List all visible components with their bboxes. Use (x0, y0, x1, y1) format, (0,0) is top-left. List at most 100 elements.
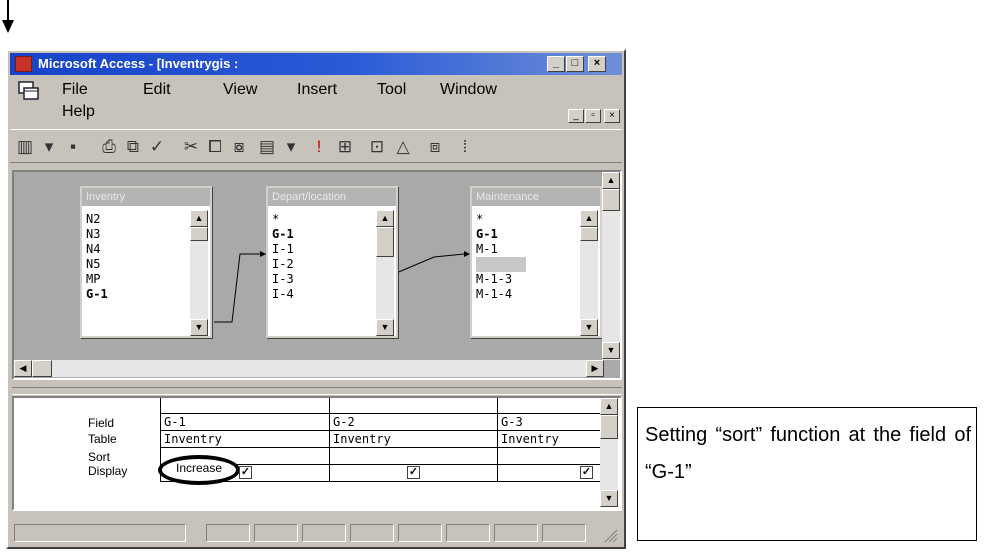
cut-icon[interactable]: ✂ (180, 136, 202, 158)
menu-window[interactable]: Window (440, 81, 497, 99)
field-list-title[interactable]: Maintenance (472, 188, 600, 206)
field-list-item[interactable]: I-2 (272, 257, 372, 272)
properties-icon[interactable]: ⊡ (366, 136, 388, 158)
scroll-up-icon[interactable]: ▲ (376, 210, 394, 227)
build-icon[interactable]: △ (392, 136, 414, 158)
view-icon[interactable]: ▥ (14, 136, 36, 158)
menu-help[interactable]: Help (62, 103, 95, 121)
display-checkbox[interactable]: ✓ (239, 466, 252, 479)
scroll-thumb[interactable] (190, 227, 208, 241)
display-checkbox[interactable]: ✓ (580, 466, 593, 479)
field-list-item[interactable]: G-1 (272, 227, 372, 242)
spelling-icon[interactable]: ✓ (146, 136, 168, 158)
print-icon[interactable]: ⎙ (98, 136, 120, 158)
menu-insert[interactable]: Insert (297, 81, 337, 99)
menu-view[interactable]: View (223, 81, 257, 99)
grid-cell-field[interactable]: G-2 (333, 415, 355, 429)
scroll-down-icon[interactable]: ▼ (602, 342, 620, 359)
more-icon[interactable]: ⁞ (454, 136, 476, 158)
dropdown-icon[interactable]: ▾ (280, 136, 302, 158)
field-list-title[interactable]: Depart/location (268, 188, 396, 206)
database-window-icon[interactable]: ⧈ (424, 136, 446, 158)
field-list-item[interactable]: * (476, 212, 576, 227)
paste-icon[interactable]: ⧇ (228, 136, 250, 158)
child-close-button[interactable]: × (604, 109, 620, 123)
scroll-up-icon[interactable]: ▲ (190, 210, 208, 227)
field-list-item[interactable]: N2 (86, 212, 186, 227)
row-label-table: Table (88, 432, 117, 446)
scroll-down-icon[interactable]: ▼ (600, 490, 618, 507)
scroll-thumb[interactable] (602, 189, 620, 211)
design-vertical-scrollbar[interactable]: ▲ ▼ (602, 172, 620, 360)
scroll-up-icon[interactable]: ▲ (600, 398, 618, 415)
scroll-right-icon[interactable]: ▶ (586, 360, 604, 377)
run-icon[interactable]: ! (308, 136, 330, 158)
scroll-down-icon[interactable]: ▼ (190, 319, 208, 336)
grid-cell-table[interactable]: Inventry (164, 432, 222, 446)
field-list-item[interactable]: I-1 (272, 242, 372, 257)
menu-edit[interactable]: Edit (143, 81, 171, 99)
scroll-left-icon[interactable]: ◀ (14, 360, 32, 377)
pane-splitter[interactable] (12, 387, 622, 395)
query-type-icon[interactable]: ▤ (256, 136, 278, 158)
resize-grip-icon[interactable] (602, 527, 618, 543)
menu-file[interactable]: File (62, 81, 88, 99)
field-list-item[interactable]: M-1 (476, 242, 576, 257)
field-list-item[interactable]: * (272, 212, 372, 227)
minimize-button[interactable]: _ (547, 56, 565, 72)
field-list-item[interactable]: N3 (86, 227, 186, 242)
child-restore-button[interactable]: ▫ (585, 109, 601, 123)
field-list-window[interactable]: Inventry N2 N3 N4 N5 MP G-1 ▲ ▼ (80, 186, 212, 338)
display-checkbox[interactable]: ✓ (407, 466, 420, 479)
field-list-scrollbar[interactable]: ▲ ▼ (376, 210, 394, 336)
maximize-button[interactable]: □ (566, 56, 584, 72)
scroll-up-icon[interactable]: ▲ (602, 172, 620, 189)
field-list-item[interactable]: M-1-4 (476, 287, 576, 302)
field-list-item[interactable]: G-1 (476, 227, 576, 242)
title-bar[interactable]: Microsoft Access - [Inventrygis : _ □ × (10, 53, 622, 75)
field-list-item[interactable]: I-4 (272, 287, 372, 302)
scroll-thumb[interactable] (580, 227, 598, 241)
toolbar: ▥ ▾ ▪ ⎙ ⧉ ✓ ✂ ⧠ ⧇ ▤ ▾! ⊞ ⊡ △ ⧈ ⁞ (10, 129, 622, 163)
field-list-item[interactable]: I-3 (272, 272, 372, 287)
field-list-scrollbar[interactable]: ▲ ▼ (190, 210, 208, 336)
row-label-field: Field (88, 416, 115, 430)
grid-cell-sort[interactable]: Increase (176, 461, 222, 475)
field-list-item[interactable]: N4 (86, 242, 186, 257)
show-table-icon[interactable]: ⊞ (334, 136, 356, 158)
copy-icon[interactable]: ⧠ (204, 136, 226, 158)
scroll-thumb[interactable] (32, 360, 52, 377)
close-button[interactable]: × (588, 56, 606, 72)
status-panel (206, 524, 250, 542)
field-list-item[interactable]: G-1 (86, 287, 186, 302)
grid-cell-table[interactable]: Inventry (333, 432, 391, 446)
field-list-window[interactable]: Depart/location * G-1 I-1 I-2 I-3 I-4 ▲ ▼ (266, 186, 398, 338)
field-list-scrollbar[interactable]: ▲ ▼ (580, 210, 598, 336)
grid-cell-field[interactable]: G-3 (501, 415, 523, 429)
field-list-title[interactable]: Inventry (82, 188, 210, 206)
field-list-item[interactable]: MP (86, 272, 186, 287)
grid-cell-field[interactable]: G-1 (164, 415, 186, 429)
grid-line (160, 430, 600, 431)
row-label-sort: Sort (88, 450, 111, 464)
field-list-item[interactable] (476, 257, 526, 272)
menu-tool[interactable]: Tool (377, 81, 406, 99)
field-list-item[interactable]: M-1-3 (476, 272, 576, 287)
child-minimize-button[interactable]: _ (568, 109, 584, 123)
scroll-up-icon[interactable]: ▲ (580, 210, 598, 227)
dropdown-icon[interactable]: ▾ (38, 136, 60, 158)
scroll-down-icon[interactable]: ▼ (376, 319, 394, 336)
grid-vertical-scrollbar[interactable]: ▲ ▼ (600, 398, 618, 507)
field-list: N2 N3 N4 N5 MP G-1 (86, 212, 186, 302)
field-list-window[interactable]: Maintenance * G-1 M-1 M-1-3 M-1-4 ▲ ▼ (470, 186, 602, 338)
scroll-thumb[interactable] (600, 415, 618, 439)
grid-cell-table[interactable]: Inventry (501, 432, 559, 446)
scroll-down-icon[interactable]: ▼ (580, 319, 598, 336)
status-panel (446, 524, 490, 542)
design-horizontal-scrollbar[interactable]: ◀ ▶ (14, 360, 604, 377)
print-preview-icon[interactable]: ⧉ (122, 136, 144, 158)
scroll-thumb[interactable] (376, 227, 394, 257)
field-list-item[interactable]: N5 (86, 257, 186, 272)
save-icon[interactable]: ▪ (62, 136, 84, 158)
query-window-icon[interactable] (18, 81, 40, 101)
